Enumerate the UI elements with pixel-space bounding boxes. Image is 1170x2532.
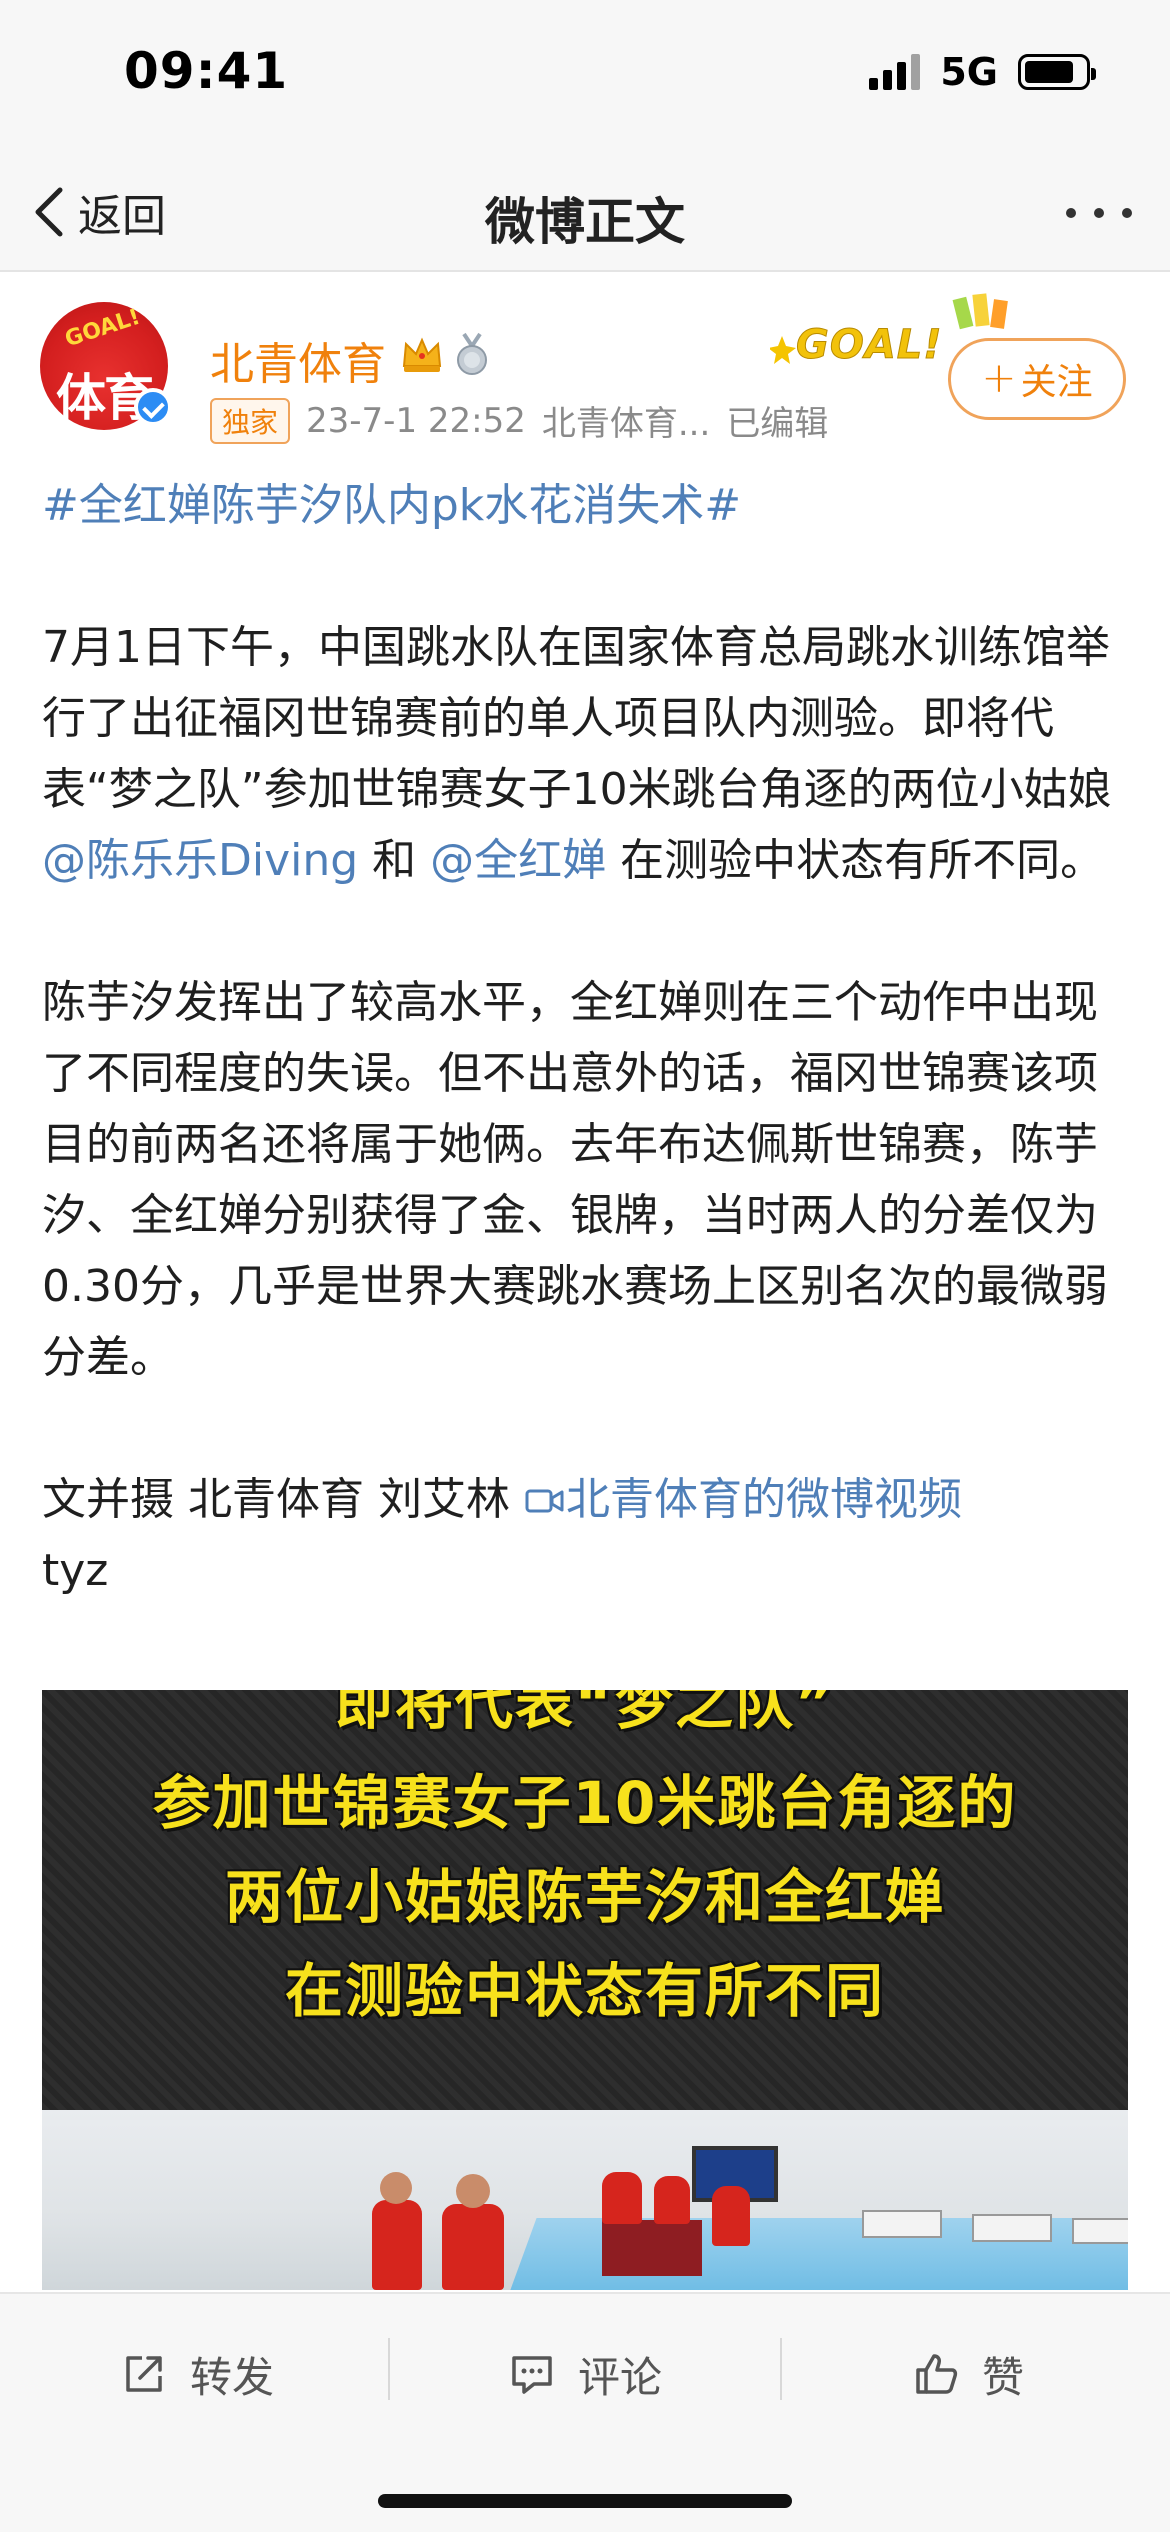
paragraph-1-and: 和 (358, 835, 431, 886)
goal-deco-text: GOAL! (796, 322, 943, 369)
video-caption: 即将代表“梦之队” (334, 1690, 836, 1737)
crown-icon (402, 337, 442, 372)
paragraph-1-text: 7月1日下午，中国跳水队在国家体育总局跳水训练馆举行了出征福冈世锦赛前的单人项目… (42, 622, 1112, 815)
video-link[interactable]: 北青体育的微博视频 (524, 1474, 962, 1525)
credit-text: 文并摄 北青体育 刘艾林 (42, 1474, 524, 1525)
starting-block (862, 2210, 942, 2238)
verified-icon (134, 388, 172, 426)
credit-suffix: tyz (42, 1545, 109, 1596)
topic-hashtag[interactable]: #全红婵陈芋汐队内pk水花消失术# (42, 470, 1132, 541)
person-figure (712, 2186, 750, 2246)
status-time: 09:41 (124, 42, 289, 100)
post-body: #全红婵陈芋汐队内pk水花消失术# 7月1日下午，中国跳水队在国家体育总局跳水训… (42, 470, 1132, 1606)
paragraph-2: 陈芋汐发挥出了较高水平，全红婵则在三个动作中出现了不同程度的失误。但不出意外的话… (42, 977, 1108, 1383)
comment-button[interactable]: 评论 (508, 2334, 662, 2414)
video-caption: 在测验中状态有所不同 (284, 1957, 885, 2025)
paragraph-1-end: 在测验中状态有所不同。 (606, 835, 1105, 886)
follow-label: 关注 (1020, 362, 1093, 403)
repost-icon (126, 2356, 162, 2392)
starting-block (1072, 2218, 1128, 2244)
mention-chenlele[interactable]: @陈乐乐Diving (42, 835, 358, 886)
signal-icon (869, 54, 921, 90)
bottom-action-bar: 转发 评论 赞 (0, 2292, 1170, 2532)
video-thumbnail[interactable]: 即将代表“梦之队” 参加世锦赛女子10米跳台角逐的 两位小姑娘陈芋汐和全红婵 在… (42, 1690, 1128, 2290)
comment-icon (512, 2356, 552, 2394)
post-timestamp: 23-7-1 22:52 (306, 400, 526, 441)
post-header: GOAL! 体育 北青体育 独家 23-7-1 22:52 北青体育... 已编… (0, 272, 1170, 462)
thumbs-up-icon (916, 2354, 958, 2394)
exclusive-badge: 独家 (210, 397, 291, 444)
author-name[interactable]: 北青体育 (210, 328, 386, 392)
comment-label: 评论 (578, 2352, 663, 2402)
post-meta: 独家 23-7-1 22:52 北青体育... 已编辑 (210, 396, 828, 445)
network-type: 5G (940, 50, 998, 94)
plus-icon: + (981, 352, 1017, 402)
mention-quanhongchan[interactable]: @全红婵 (430, 835, 606, 886)
video-camera-icon (525, 1489, 564, 1513)
follow-button[interactable]: + 关注 (948, 338, 1126, 420)
person-figure (602, 2172, 642, 2224)
divider (780, 2338, 782, 2400)
person-figure (372, 2200, 422, 2290)
video-link-label: 北青体育的微博视频 (565, 1474, 962, 1525)
home-indicator (378, 2494, 792, 2508)
starting-block (972, 2214, 1052, 2242)
repost-button[interactable]: 转发 (120, 2334, 274, 2414)
person-figure (442, 2204, 504, 2290)
status-bar: 09:41 5G (0, 0, 1170, 150)
video-caption: 参加世锦赛女子10米跳台角逐的 (152, 1769, 1018, 1837)
repost-label: 转发 (190, 2352, 275, 2402)
divider (388, 2338, 390, 2400)
paragraph-1: 7月1日下午，中国跳水队在国家体育总局跳水训练馆举行了出征福冈世锦赛前的单人项目… (42, 612, 1132, 896)
judge-desk (602, 2220, 702, 2276)
paragraph-3: 文并摄 北青体育 刘艾林 北青体育的微博视频 tyz (42, 1464, 1132, 1606)
avatar[interactable]: GOAL! 体育 (40, 302, 172, 430)
status-indicators: 5G (869, 50, 1096, 94)
avatar-goal-text: GOAL! (62, 304, 144, 353)
video-caption: 两位小姑娘陈芋汐和全红婵 (224, 1863, 945, 1931)
battery-icon (1018, 54, 1096, 90)
person-figure (654, 2176, 690, 2224)
nav-bar: 返回 微博正文 (0, 150, 1170, 272)
post-source: 北青体育... (541, 404, 711, 444)
video-scene-image (42, 2110, 1128, 2290)
page-title: 微博正文 (485, 193, 685, 251)
battery-level (1025, 61, 1073, 83)
video-caption-area: 即将代表“梦之队” 参加世锦赛女子10米跳台角逐的 两位小姑娘陈芋汐和全红婵 在… (42, 1690, 1128, 2110)
medal-icon (457, 332, 487, 375)
person-head (380, 2172, 412, 2204)
person-head (456, 2174, 490, 2208)
like-label: 赞 (982, 2352, 1025, 2402)
edited-label: 已编辑 (726, 404, 829, 444)
more-options-icon[interactable] (1066, 208, 1132, 218)
like-button[interactable]: 赞 (912, 2334, 1024, 2414)
